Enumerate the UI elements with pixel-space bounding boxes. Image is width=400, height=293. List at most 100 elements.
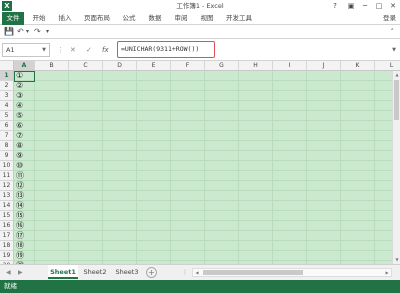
enter-icon[interactable]: ✓ [86,44,92,56]
vertical-scroll-thumb[interactable] [394,80,399,120]
tab-data[interactable]: 数据 [144,12,166,25]
cell-a[interactable]: ⑧ [15,141,35,151]
sheet-tab-sheet3[interactable]: Sheet3 [112,265,142,279]
cell-a[interactable]: ⑯ [15,221,35,231]
cancel-icon[interactable]: ✕ [70,44,76,56]
cell-a[interactable]: ⑪ [15,171,35,181]
row-header[interactable]: 12 [0,181,14,191]
column-header[interactable]: L [375,61,400,71]
customize-toolbar-icon[interactable]: ▾ [46,26,49,38]
row-header[interactable]: 17 [0,231,14,241]
column-header[interactable]: C [69,61,103,71]
formula-bar-separator-icon[interactable]: ⋮ [57,45,64,55]
expand-formula-bar-icon[interactable]: ▼ [392,44,396,56]
cell-a[interactable]: ② [15,81,35,91]
collapse-ribbon-icon[interactable]: ˄ [391,26,395,38]
column-header[interactable]: I [273,61,307,71]
cell-a[interactable]: ⑭ [15,201,35,211]
row-header[interactable]: 16 [0,221,14,231]
row-header[interactable]: 5 [0,111,14,121]
cell-a[interactable]: ⑩ [15,161,35,171]
row-header[interactable]: 6 [0,121,14,131]
close-button[interactable]: ✕ [386,0,400,12]
ribbon-display-options-icon[interactable]: ▣ [344,0,358,12]
formula-bar: A1 ▼ ⋮ ✕ ✓ fx =UNICHAR(9311+ROW()) ▼ [0,39,400,61]
column-header[interactable]: G [205,61,239,71]
tab-developer[interactable]: 开发工具 [222,12,256,25]
vertical-scrollbar[interactable]: ▲ ▼ [392,71,400,264]
row-header[interactable]: 1 [0,71,14,81]
scroll-up-icon[interactable]: ▲ [393,71,400,79]
gridline [14,250,392,251]
row-header[interactable]: 7 [0,131,14,141]
sheet-tab-splitter-icon[interactable]: ⋮ [182,265,188,281]
column-header[interactable]: E [137,61,171,71]
column-header[interactable]: A [14,61,35,71]
cell-a[interactable]: ⑤ [15,111,35,121]
select-all-corner[interactable] [0,61,14,71]
tab-view[interactable]: 视图 [196,12,218,25]
row-header[interactable]: 13 [0,191,14,201]
scroll-left-icon[interactable]: ◀ [193,269,201,276]
insert-function-icon[interactable]: fx [102,44,109,56]
row-header[interactable]: 15 [0,211,14,221]
tab-home[interactable]: 开始 [28,12,50,25]
cell-a[interactable]: ⑱ [15,241,35,251]
sheet-nav-prev-icon[interactable]: ◀ [6,265,11,281]
tab-page-layout[interactable]: 页面布局 [80,12,114,25]
column-header[interactable]: K [341,61,375,71]
tab-formulas[interactable]: 公式 [118,12,140,25]
worksheet-grid[interactable]: ABCDEFGHIJKL 1 2 3 4 5 6 7 8 9 10 11 12 13 14 15 16 17 18… [0,61,400,264]
save-icon[interactable]: 💾 [4,26,14,38]
scroll-right-icon[interactable]: ▶ [383,269,391,276]
add-sheet-button[interactable]: + [146,267,157,278]
undo-icon[interactable]: ↶ [17,26,24,38]
cell-a[interactable]: ④ [15,101,35,111]
login-link[interactable]: 登录 [383,12,396,25]
tab-review[interactable]: 审阅 [170,12,192,25]
tab-file[interactable]: 文件 [2,12,24,25]
formula-input[interactable]: =UNICHAR(9311+ROW()) [117,41,215,58]
minimize-button[interactable]: ─ [358,0,372,12]
status-bar: 就绪 [0,280,400,293]
row-header[interactable]: 9 [0,151,14,161]
horizontal-scroll-thumb[interactable] [203,270,303,275]
horizontal-scrollbar[interactable]: ◀ ▶ [192,268,392,277]
column-header[interactable]: H [239,61,273,71]
redo-icon[interactable]: ↷ [34,26,41,38]
row-header[interactable]: 14 [0,201,14,211]
column-header[interactable]: B [35,61,69,71]
maximize-button[interactable]: □ [372,0,386,12]
column-header[interactable]: J [307,61,341,71]
cell-a[interactable]: ⑨ [15,151,35,161]
gridline [14,180,392,181]
row-header[interactable]: 3 [0,91,14,101]
cell-a[interactable]: ⑰ [15,231,35,241]
row-header[interactable]: 11 [0,171,14,181]
column-header[interactable]: D [103,61,137,71]
scroll-down-icon[interactable]: ▼ [393,256,400,264]
cell-a[interactable]: ⑦ [15,131,35,141]
sheet-nav-next-icon[interactable]: ▶ [18,265,23,281]
ribbon-tabs: 文件 开始 插入 页面布局 公式 数据 审阅 视图 开发工具 登录 [0,12,400,25]
gridline [14,80,392,81]
row-header[interactable]: 2 [0,81,14,91]
help-icon[interactable]: ? [328,0,342,12]
row-header[interactable]: 18 [0,241,14,251]
cell-a[interactable]: ③ [15,91,35,101]
cell-a[interactable]: ⑥ [15,121,35,131]
cell-a[interactable]: ⑮ [15,211,35,221]
row-header[interactable]: 8 [0,141,14,151]
row-header[interactable]: 19 [0,251,14,261]
name-box-dropdown-icon[interactable]: ▼ [38,43,50,57]
cell-a[interactable]: ⑬ [15,191,35,201]
cell-a[interactable]: ⑲ [15,251,35,261]
cell-a[interactable]: ⑫ [15,181,35,191]
undo-dropdown-icon[interactable]: ▾ [26,26,29,38]
sheet-tab-sheet1[interactable]: Sheet1 [48,265,78,279]
column-header[interactable]: F [171,61,205,71]
row-header[interactable]: 4 [0,101,14,111]
row-header[interactable]: 10 [0,161,14,171]
sheet-tab-sheet2[interactable]: Sheet2 [80,265,110,279]
tab-insert[interactable]: 插入 [54,12,76,25]
